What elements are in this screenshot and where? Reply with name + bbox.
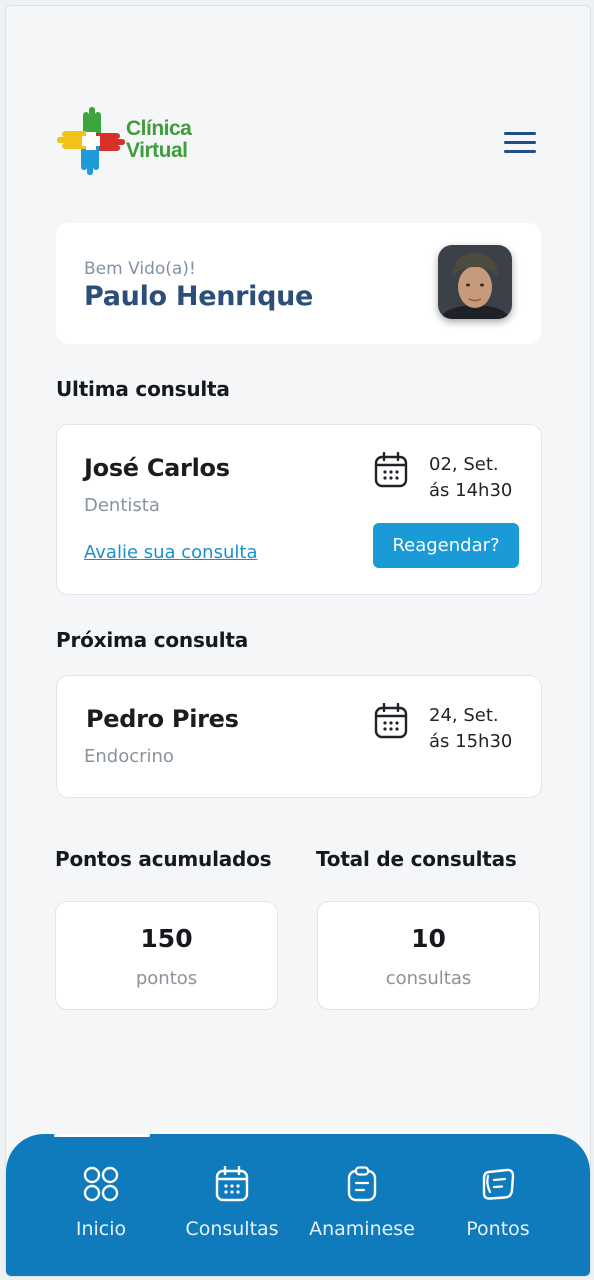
nav-item-pontos[interactable]: Pontos bbox=[433, 1166, 563, 1246]
logo-text: Clínica Virtual bbox=[126, 117, 192, 162]
nav-item-consultas[interactable]: Consultas bbox=[167, 1166, 297, 1246]
next-consult-date: 24, Set. ás 15h30 bbox=[429, 703, 512, 755]
nav-label-consultas: Consultas bbox=[185, 1218, 279, 1240]
consults-total-card: 10 consultas bbox=[317, 901, 540, 1010]
nav-item-inicio[interactable]: Inicio bbox=[36, 1166, 166, 1246]
points-icon bbox=[482, 1168, 515, 1200]
last-consult-date-time: ás 14h30 bbox=[429, 480, 513, 501]
points-card: 150 pontos bbox=[55, 901, 278, 1010]
nav-label-anaminese: Anaminese bbox=[309, 1218, 415, 1240]
consults-total-value: 10 bbox=[411, 924, 446, 953]
rate-consult-link[interactable]: Avalie sua consulta bbox=[84, 542, 257, 563]
consults-total-unit: consultas bbox=[385, 968, 472, 989]
clinic-logo: Clínica Virtual bbox=[56, 106, 206, 178]
grid-icon bbox=[83, 1166, 119, 1202]
reschedule-button[interactable]: Reagendar? bbox=[373, 523, 519, 568]
welcome-card: Bem Vido(a)! Paulo Henrique bbox=[56, 223, 541, 344]
user-avatar[interactable] bbox=[438, 245, 512, 319]
user-name: Paulo Henrique bbox=[84, 281, 314, 312]
nav-label-inicio: Inicio bbox=[75, 1218, 127, 1240]
welcome-greeting: Bem Vido(a)! bbox=[84, 259, 196, 279]
last-consult-specialty: Dentista bbox=[84, 495, 160, 516]
calendar-icon bbox=[374, 452, 408, 488]
logo-line-1: Clínica bbox=[126, 117, 192, 140]
last-consult-date: 02, Set. ás 14h30 bbox=[429, 452, 512, 504]
calendar-icon bbox=[374, 703, 408, 739]
points-unit: pontos bbox=[135, 968, 198, 989]
points-title: Pontos acumulados bbox=[55, 847, 272, 871]
bottom-navigation: Inicio Consultas Anaminese Pontos bbox=[6, 1134, 590, 1276]
active-tab-indicator bbox=[54, 1134, 150, 1137]
next-consult-card: Pedro Pires Endocrino 24, Set. ás 15h30 bbox=[56, 675, 542, 798]
next-consult-date-time: ás 15h30 bbox=[429, 731, 513, 752]
last-consult-doctor: José Carlos bbox=[84, 454, 230, 482]
hands-logo-icon bbox=[57, 107, 125, 175]
next-consult-specialty: Endocrino bbox=[84, 746, 174, 767]
avatar-photo bbox=[438, 245, 512, 319]
last-consult-card: José Carlos Dentista 02, Set. ás 14h30 A… bbox=[56, 424, 542, 595]
last-consult-title: Ultima consulta bbox=[56, 377, 230, 401]
last-consult-date-day: 02, Set. bbox=[429, 454, 499, 475]
points-value: 150 bbox=[140, 924, 193, 953]
next-consult-doctor: Pedro Pires bbox=[86, 705, 239, 733]
clipboard-icon bbox=[347, 1166, 377, 1202]
nav-label-pontos: Pontos bbox=[466, 1218, 530, 1240]
next-consult-date-day: 24, Set. bbox=[429, 705, 499, 726]
calendar-icon bbox=[215, 1166, 249, 1202]
next-consult-title: Próxima consulta bbox=[56, 628, 249, 652]
app-screen: Clínica Virtual Bem Vido(a)! Paulo Henri… bbox=[5, 5, 591, 1277]
logo-line-2: Virtual bbox=[126, 139, 188, 162]
hamburger-menu-icon[interactable] bbox=[504, 130, 540, 158]
nav-item-anaminese[interactable]: Anaminese bbox=[297, 1166, 427, 1246]
consults-total-title: Total de consultas bbox=[316, 847, 517, 871]
